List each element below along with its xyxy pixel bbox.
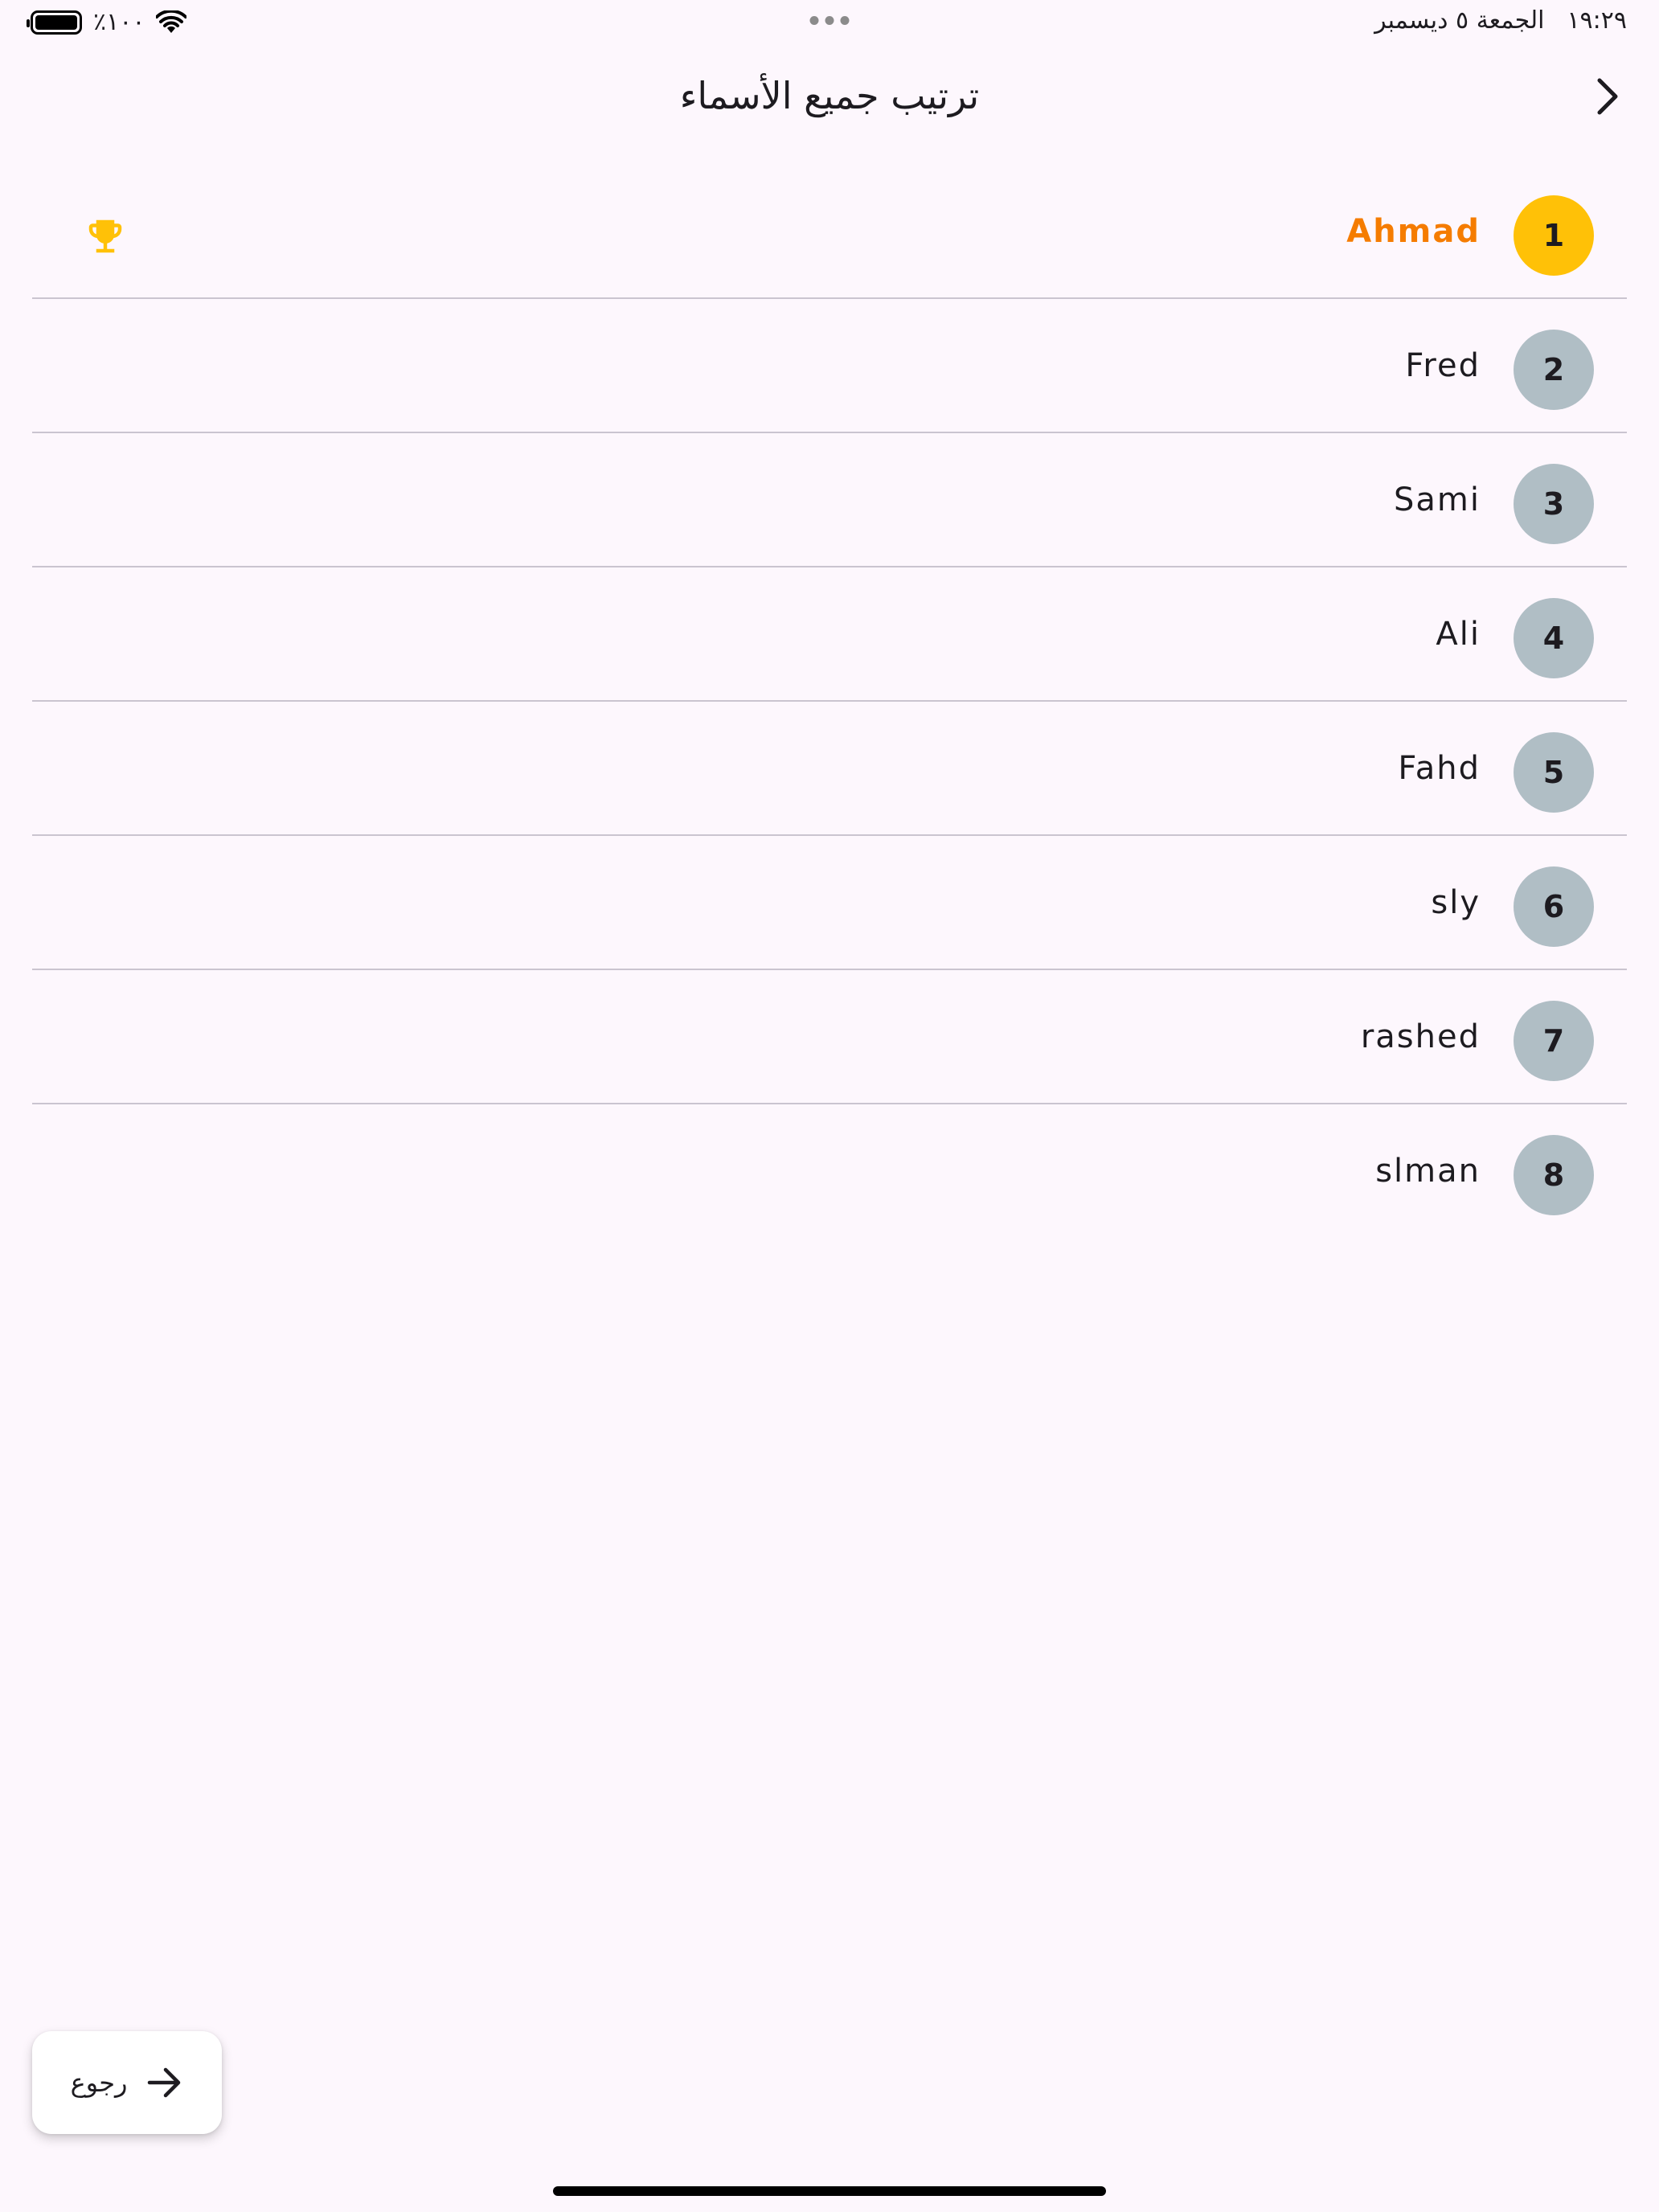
ranking-row-8: 8 slman: [32, 1104, 1627, 1239]
app-bar: ترتيب جميع الأسماء: [0, 48, 1659, 145]
player-name: Fahd: [1398, 750, 1481, 787]
status-right: ١٩:٢٩ الجمعة ٥ ديسمبر: [1374, 6, 1627, 35]
rank-badge: 1: [1514, 195, 1594, 276]
ranking-row-3: 3 Sami: [32, 433, 1627, 567]
back-button-label: رجوع: [70, 2067, 128, 2098]
player-name: sly: [1431, 884, 1481, 921]
status-left: ٪١٠٠: [27, 8, 187, 36]
player-name: Ahmad: [1346, 213, 1481, 250]
page-title: ترتيب جميع الأسماء: [679, 74, 980, 117]
chevron-right-icon[interactable]: [1583, 72, 1632, 121]
ranking-row-5: 5 Fahd: [32, 702, 1627, 836]
battery-percentage: ٪١٠٠: [93, 8, 145, 36]
ranking-row-6: 6 sly: [32, 836, 1627, 970]
player-name: slman: [1375, 1153, 1481, 1190]
status-bar: ٪١٠٠ ١٩:٢٩ الجمعة ٥ ديسمبر: [0, 0, 1659, 48]
trophy-icon: [88, 219, 122, 253]
player-name: Fred: [1405, 347, 1481, 384]
ranking-row-7: 7 rashed: [32, 970, 1627, 1104]
status-time: ١٩:٢٩: [1567, 6, 1627, 35]
back-button[interactable]: رجوع: [32, 2031, 222, 2134]
ranking-list: 1 Ahmad 2 Fred 3 Sami 4 Ali 5 Fahd 6 sly…: [32, 165, 1627, 1239]
rank-badge: 3: [1514, 464, 1594, 544]
wifi-icon: [156, 10, 187, 33]
ranking-row-1: 1 Ahmad: [32, 165, 1627, 299]
rank-badge: 2: [1514, 330, 1594, 410]
rank-badge: 8: [1514, 1135, 1594, 1215]
player-name: rashed: [1360, 1018, 1481, 1055]
ranking-row-2: 2 Fred: [32, 299, 1627, 433]
home-indicator[interactable]: [553, 2186, 1106, 2196]
multitasking-dots[interactable]: [809, 16, 850, 25]
player-name: Ali: [1436, 616, 1481, 653]
rank-badge: 5: [1514, 732, 1594, 813]
status-date: الجمعة ٥ ديسمبر: [1374, 6, 1545, 35]
rank-badge: 7: [1514, 1001, 1594, 1081]
battery-icon: [27, 10, 82, 35]
ranking-row-4: 4 Ali: [32, 567, 1627, 702]
player-name: Sami: [1394, 481, 1481, 518]
rank-badge: 6: [1514, 866, 1594, 947]
arrow-right-icon: [148, 2067, 181, 2098]
rank-badge: 4: [1514, 598, 1594, 678]
